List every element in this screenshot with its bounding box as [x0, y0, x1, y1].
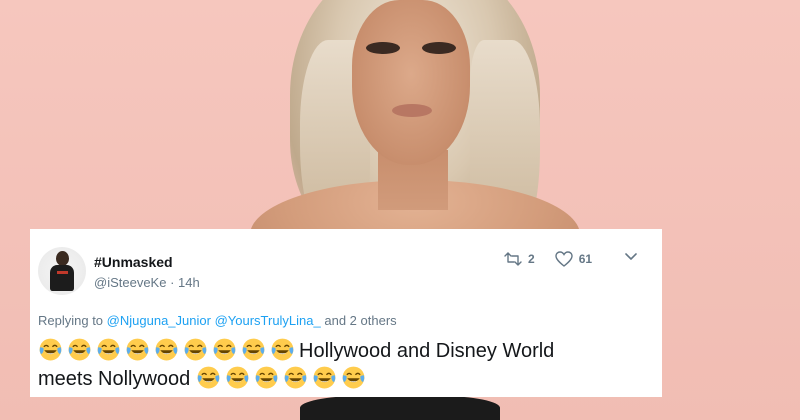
- display-name[interactable]: #Unmasked: [94, 254, 173, 270]
- right-eye: [422, 42, 456, 54]
- tweet-text-part-2: meets Nollywood: [38, 368, 191, 390]
- face-with-tears-of-joy-icon: [154, 337, 179, 362]
- replying-suffix[interactable]: and 2 others: [324, 313, 396, 328]
- tweet-text-part-1: Hollywood and Disney World: [299, 340, 555, 362]
- emoji-group-2: [196, 365, 370, 390]
- dress: [300, 396, 500, 420]
- face-with-tears-of-joy-icon: [196, 365, 221, 390]
- left-eye: [366, 42, 400, 54]
- face-with-tears-of-joy-icon: [125, 337, 150, 362]
- tweet-text: Hollywood and Disney World meets Nollywo…: [38, 337, 638, 393]
- face-with-tears-of-joy-icon: [341, 365, 366, 390]
- chevron-down-icon[interactable]: [624, 252, 638, 262]
- reply-user-link[interactable]: @Njuguna_Junior: [107, 313, 211, 328]
- face-with-tears-of-joy-icon: [96, 337, 121, 362]
- face-with-tears-of-joy-icon: [67, 337, 92, 362]
- face-with-tears-of-joy-icon: [38, 337, 63, 362]
- face-with-tears-of-joy-icon: [225, 365, 250, 390]
- tweet-text-line-2: meets Nollywood: [38, 365, 638, 393]
- tweet-card: #Unmasked @iSteeveKe · 14h 2 61 Replying…: [30, 229, 662, 397]
- lips: [392, 104, 432, 117]
- handle-and-time[interactable]: @iSteeveKe · 14h: [94, 275, 200, 290]
- retweet-count: 2: [528, 252, 535, 266]
- emoji-group-1: [38, 337, 299, 362]
- reply-user-link[interactable]: @YoursTrulyLina_: [215, 313, 321, 328]
- tweet-actions: 2 61: [504, 251, 612, 267]
- heart-icon: [554, 251, 573, 267]
- face: [352, 0, 470, 165]
- retweet-icon: [504, 252, 522, 266]
- face-with-tears-of-joy-icon: [283, 365, 308, 390]
- replying-to-line: Replying to @Njuguna_Junior @YoursTrulyL…: [38, 313, 397, 328]
- face-with-tears-of-joy-icon: [241, 337, 266, 362]
- avatar-body: [50, 265, 74, 291]
- face-with-tears-of-joy-icon: [254, 365, 279, 390]
- face-with-tears-of-joy-icon: [312, 365, 337, 390]
- tweet-text-line-1: Hollywood and Disney World: [38, 337, 638, 365]
- avatar[interactable]: [38, 247, 86, 295]
- face-with-tears-of-joy-icon: [270, 337, 295, 362]
- avatar-head: [56, 251, 69, 266]
- face-with-tears-of-joy-icon: [212, 337, 237, 362]
- retweet-button[interactable]: 2: [504, 252, 535, 266]
- face-with-tears-of-joy-icon: [183, 337, 208, 362]
- like-button[interactable]: 61: [554, 251, 593, 267]
- like-count: 61: [578, 252, 593, 266]
- avatar-stripe: [57, 271, 68, 274]
- replying-prefix: Replying to: [38, 313, 104, 328]
